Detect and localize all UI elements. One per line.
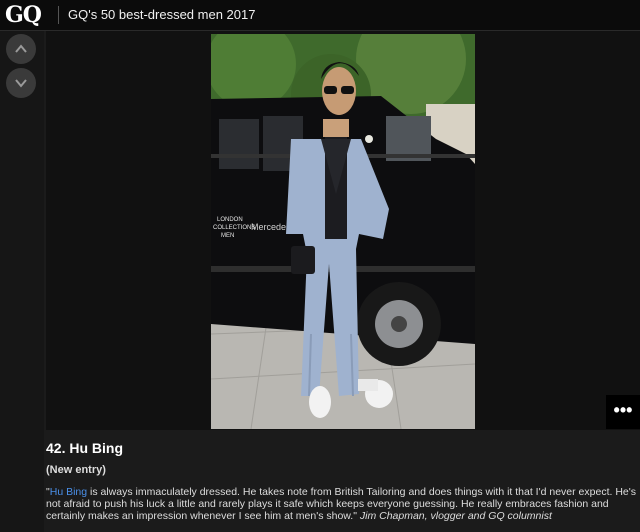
chevron-down-icon: [15, 79, 27, 88]
top-bar: GQ GQ's 50 best-dressed men 2017: [0, 0, 640, 31]
car-brand-text: Mercedes: [251, 222, 291, 232]
entry-heading: 42. Hu Bing: [46, 440, 124, 456]
gq-logo[interactable]: GQ: [5, 2, 42, 28]
quote-attribution: Jim Chapman, vlogger and GQ columnist: [359, 510, 552, 522]
left-nav-column: [0, 31, 44, 532]
hu-bing-link[interactable]: Hu Bing: [50, 486, 87, 498]
previous-slide-button[interactable]: [6, 34, 36, 64]
car-text-1: LONDON: [217, 217, 243, 223]
slide-photo: LONDON COLLECTIONS MEN Mercedes: [211, 34, 475, 429]
next-slide-button[interactable]: [6, 68, 36, 98]
entry-status: (New entry): [46, 464, 106, 476]
page-title: GQ's 50 best-dressed men 2017: [68, 7, 256, 22]
entry-caption: 42. Hu Bing (New entry) "Hu Bing is alwa…: [46, 436, 640, 522]
car-text-2: COLLECTIONS: [213, 225, 255, 231]
slide-stage: LONDON COLLECTIONS MEN Mercedes: [46, 31, 640, 430]
chevron-up-icon: [15, 44, 27, 53]
header-divider: [58, 6, 59, 24]
car-text-3: MEN: [221, 233, 234, 239]
hu-bing-photo: LONDON COLLECTIONS MEN Mercedes: [211, 34, 475, 429]
more-options-button[interactable]: •••: [606, 395, 640, 429]
entry-quote: "Hu Bing is always immaculately dressed.…: [46, 486, 640, 522]
